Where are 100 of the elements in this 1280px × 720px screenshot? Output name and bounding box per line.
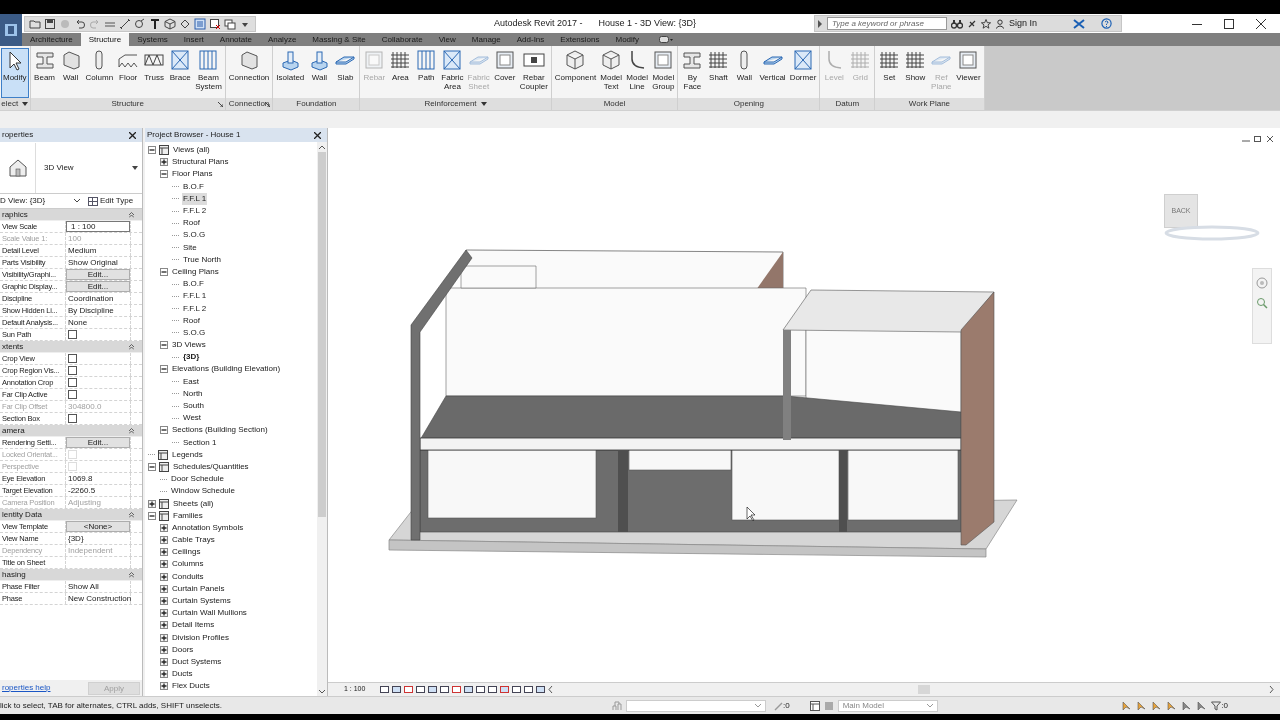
ribbon-button[interactable]: Wall	[731, 48, 758, 98]
collapse-icon[interactable]	[148, 146, 156, 155]
ribbon-button[interactable]: Set	[876, 48, 903, 98]
dropdown-arrow-icon[interactable]	[22, 102, 29, 106]
ribbon-button[interactable]: Slab	[332, 48, 359, 98]
checkbox[interactable]	[68, 414, 77, 423]
property-button[interactable]: Edit...	[66, 269, 130, 280]
tree-item[interactable]: Door Schedule	[170, 473, 225, 486]
tree-item[interactable]: Ducts	[171, 668, 194, 681]
ribbon-button[interactable]: Fabric Area	[439, 48, 466, 98]
tree-item[interactable]: North	[182, 387, 204, 400]
ribbon-tab[interactable]: Analyze	[259, 33, 305, 46]
collapse-icon[interactable]	[129, 427, 134, 434]
ribbon-button[interactable]: Column	[83, 48, 116, 98]
collapse-icon[interactable]	[129, 511, 134, 518]
tree-item[interactable]: Curtain Systems	[171, 595, 232, 608]
tree-item[interactable]: True North	[182, 253, 222, 266]
tree-item[interactable]: Sections (Building Section)	[171, 424, 269, 437]
ribbon-button[interactable]: Viewer	[954, 48, 983, 98]
panel-label[interactable]: Datum	[835, 98, 860, 110]
collapse-icon[interactable]	[129, 571, 134, 578]
expand-icon[interactable]	[148, 499, 156, 508]
text-icon[interactable]	[149, 17, 161, 30]
tree-item[interactable]: Curtain Wall Mullions	[171, 607, 248, 620]
tree-item[interactable]: S.O.G	[182, 326, 207, 339]
expand-icon[interactable]	[160, 609, 168, 618]
tree-item[interactable]: Flex Ducts	[171, 680, 211, 693]
expand-icon[interactable]	[160, 633, 168, 642]
collapse-icon[interactable]	[160, 365, 168, 374]
ribbon-tab[interactable]: Collaborate	[373, 33, 431, 46]
scrollbar[interactable]	[317, 142, 327, 696]
collapse-icon[interactable]	[148, 511, 156, 520]
checkbox[interactable]	[68, 390, 77, 399]
tree-item[interactable]: East	[182, 375, 200, 388]
tree-item[interactable]: {3D}	[182, 351, 201, 364]
group-header[interactable]: raphics	[2, 208, 28, 221]
ribbon-tab[interactable]: Extensions	[552, 33, 608, 46]
ribbon-button[interactable]: Model Text	[598, 48, 625, 98]
scroll-up-icon[interactable]	[319, 145, 325, 149]
app-menu-button[interactable]	[0, 14, 22, 46]
ribbon-button[interactable]: Dormer	[787, 48, 819, 98]
tree-item[interactable]: Detail Items	[171, 619, 216, 632]
collapse-icon[interactable]	[160, 426, 168, 435]
expand-icon[interactable]	[160, 682, 168, 691]
expand-icon[interactable]	[160, 670, 168, 679]
close-icon[interactable]	[1256, 18, 1266, 29]
tree-item[interactable]: South	[182, 400, 205, 413]
collapse-icon[interactable]	[129, 343, 134, 350]
scroll-left-icon[interactable]	[548, 686, 554, 693]
tree-item[interactable]: Roof	[182, 217, 201, 230]
expand-icon[interactable]	[160, 158, 168, 167]
tree-item[interactable]: Roof	[182, 314, 201, 327]
tree-item[interactable]: Site	[182, 241, 198, 254]
panel-toggle-icon[interactable]	[659, 36, 674, 43]
expand-icon[interactable]	[160, 645, 168, 654]
ribbon-button[interactable]: By Face	[679, 48, 706, 98]
ribbon-button[interactable]: Cover	[491, 48, 518, 98]
close-icon[interactable]	[314, 131, 321, 139]
properties-help-link[interactable]: roperties help	[2, 682, 51, 694]
ribbon-button[interactable]: Isolated	[274, 48, 307, 98]
collapse-icon[interactable]	[160, 267, 168, 276]
group-header[interactable]: xtents	[2, 340, 24, 353]
ribbon-button[interactable]: Model Line	[624, 48, 651, 98]
expand-icon[interactable]	[160, 548, 168, 557]
tree-item[interactable]: Families	[172, 509, 204, 522]
horizontal-scrollbar-thumb[interactable]	[918, 685, 930, 694]
sign-in-link[interactable]: Sign In	[1009, 16, 1069, 31]
expand-icon[interactable]	[160, 523, 168, 532]
tree-item[interactable]: Floor Plans	[171, 168, 214, 181]
tree-item[interactable]: Annotation Symbols	[171, 521, 245, 534]
dialog-launcher-icon[interactable]	[265, 102, 271, 107]
ribbon-button[interactable]: Wall	[306, 48, 333, 98]
help-icon[interactable]	[1101, 18, 1112, 29]
tree-item[interactable]: Views (all)	[172, 144, 211, 157]
ribbon-tab[interactable]: Structure	[80, 33, 130, 46]
type-selector[interactable]: 3D View	[0, 142, 142, 194]
tree-item[interactable]: Ceilings	[171, 546, 202, 559]
panel-label[interactable]: Connection	[228, 98, 270, 110]
ribbon-button[interactable]: Beam	[31, 48, 58, 98]
save-icon[interactable]	[44, 17, 56, 30]
search-field[interactable]: Type a keyword or phrase	[827, 17, 947, 30]
expand-icon[interactable]	[160, 621, 168, 630]
folder-icon[interactable]	[29, 17, 41, 30]
checkbox[interactable]	[68, 366, 77, 375]
ribbon-button[interactable]: Truss	[141, 48, 168, 98]
tree-item[interactable]: Columns	[171, 558, 205, 571]
instance-dropdown[interactable]: D View: {3D}	[0, 194, 84, 208]
ribbon-button[interactable]: Wall	[57, 48, 84, 98]
tree-item[interactable]: Sheets (all)	[172, 497, 215, 510]
ribbon-button[interactable]: Floor	[115, 48, 142, 98]
ribbon-button[interactable]: Connection	[226, 48, 272, 98]
ribbon-button[interactable]: Model Group	[650, 48, 677, 98]
ribbon-tab[interactable]: Insert	[175, 33, 212, 46]
ribbon-button[interactable]: Component	[552, 48, 599, 98]
ribbon-tab[interactable]: Modify	[607, 33, 648, 46]
tree-item[interactable]: Section 1	[182, 436, 218, 449]
expand-icon[interactable]	[160, 560, 168, 569]
design-option-dropdown[interactable]: Main Model	[837, 699, 938, 712]
ribbon-button[interactable]: Brace	[167, 48, 194, 98]
group-header[interactable]: hasing	[2, 568, 26, 581]
